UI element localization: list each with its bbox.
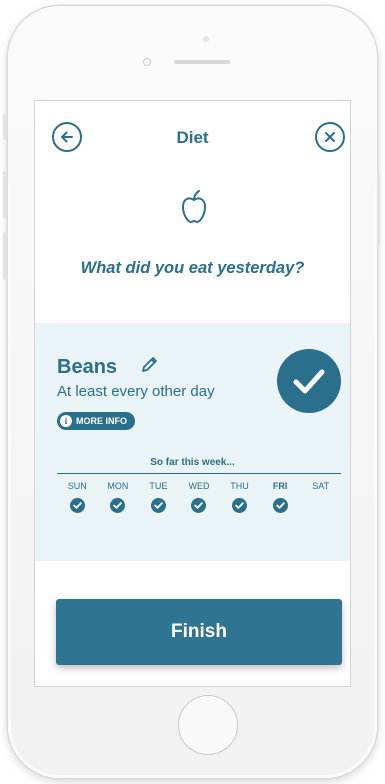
home-button[interactable]	[178, 695, 238, 755]
more-info-button[interactable]: i MORE INFO	[57, 412, 135, 430]
day-tue: TUE	[138, 480, 179, 518]
front-camera	[203, 36, 209, 42]
apple-icon	[182, 190, 206, 223]
day-label: THU	[230, 481, 249, 491]
finish-button[interactable]: Finish	[56, 599, 342, 665]
week-label: So far this week...	[150, 457, 235, 468]
day-sun: SUN	[57, 480, 98, 518]
food-item-card: Beans At least every other day i MORE IN…	[35, 323, 350, 561]
day-label: SUN	[67, 481, 87, 491]
earpiece-speaker	[174, 60, 230, 64]
day-check-icon	[110, 498, 126, 513]
day-wed: WED	[179, 480, 220, 518]
close-icon	[325, 132, 335, 142]
volume-up-button	[3, 171, 6, 219]
week-days: SUN MON TUE WED THU FRI SAT	[57, 480, 341, 518]
checkmark-icon	[293, 369, 325, 394]
day-mon: MON	[98, 480, 139, 518]
day-fri: FRI	[260, 480, 301, 518]
proximity-sensor	[143, 58, 151, 66]
completed-check-button[interactable]	[277, 349, 341, 413]
day-check-icon	[69, 498, 85, 513]
food-name: Beans	[57, 356, 118, 378]
day-check-icon	[150, 498, 166, 513]
day-label: TUE	[149, 481, 168, 491]
day-thu: THU	[219, 480, 260, 518]
more-info-label: MORE INFO	[76, 416, 127, 426]
day-check-icon	[272, 498, 288, 513]
day-label: SAT	[312, 481, 330, 491]
close-button[interactable]	[315, 122, 345, 152]
frequency-text: At least every other day	[57, 383, 215, 400]
day-label: FRI	[272, 481, 288, 491]
week-divider	[57, 473, 341, 474]
pencil-icon[interactable]	[139, 355, 159, 375]
info-icon: i	[60, 415, 72, 427]
day-label: WED	[188, 481, 210, 491]
page-title: Diet	[176, 128, 209, 147]
volume-down-button	[3, 232, 6, 280]
nav-bar: Diet	[35, 101, 350, 177]
day-sat: SAT	[300, 480, 341, 518]
power-button	[377, 174, 380, 246]
day-check-icon	[232, 498, 248, 513]
question-text: What did you eat yesterday?	[80, 259, 305, 277]
mute-switch	[3, 114, 6, 140]
day-check-icon	[191, 498, 207, 513]
day-label: MON	[107, 481, 129, 491]
app-screen: Diet What did you eat yesterday? Beans A…	[34, 100, 351, 687]
